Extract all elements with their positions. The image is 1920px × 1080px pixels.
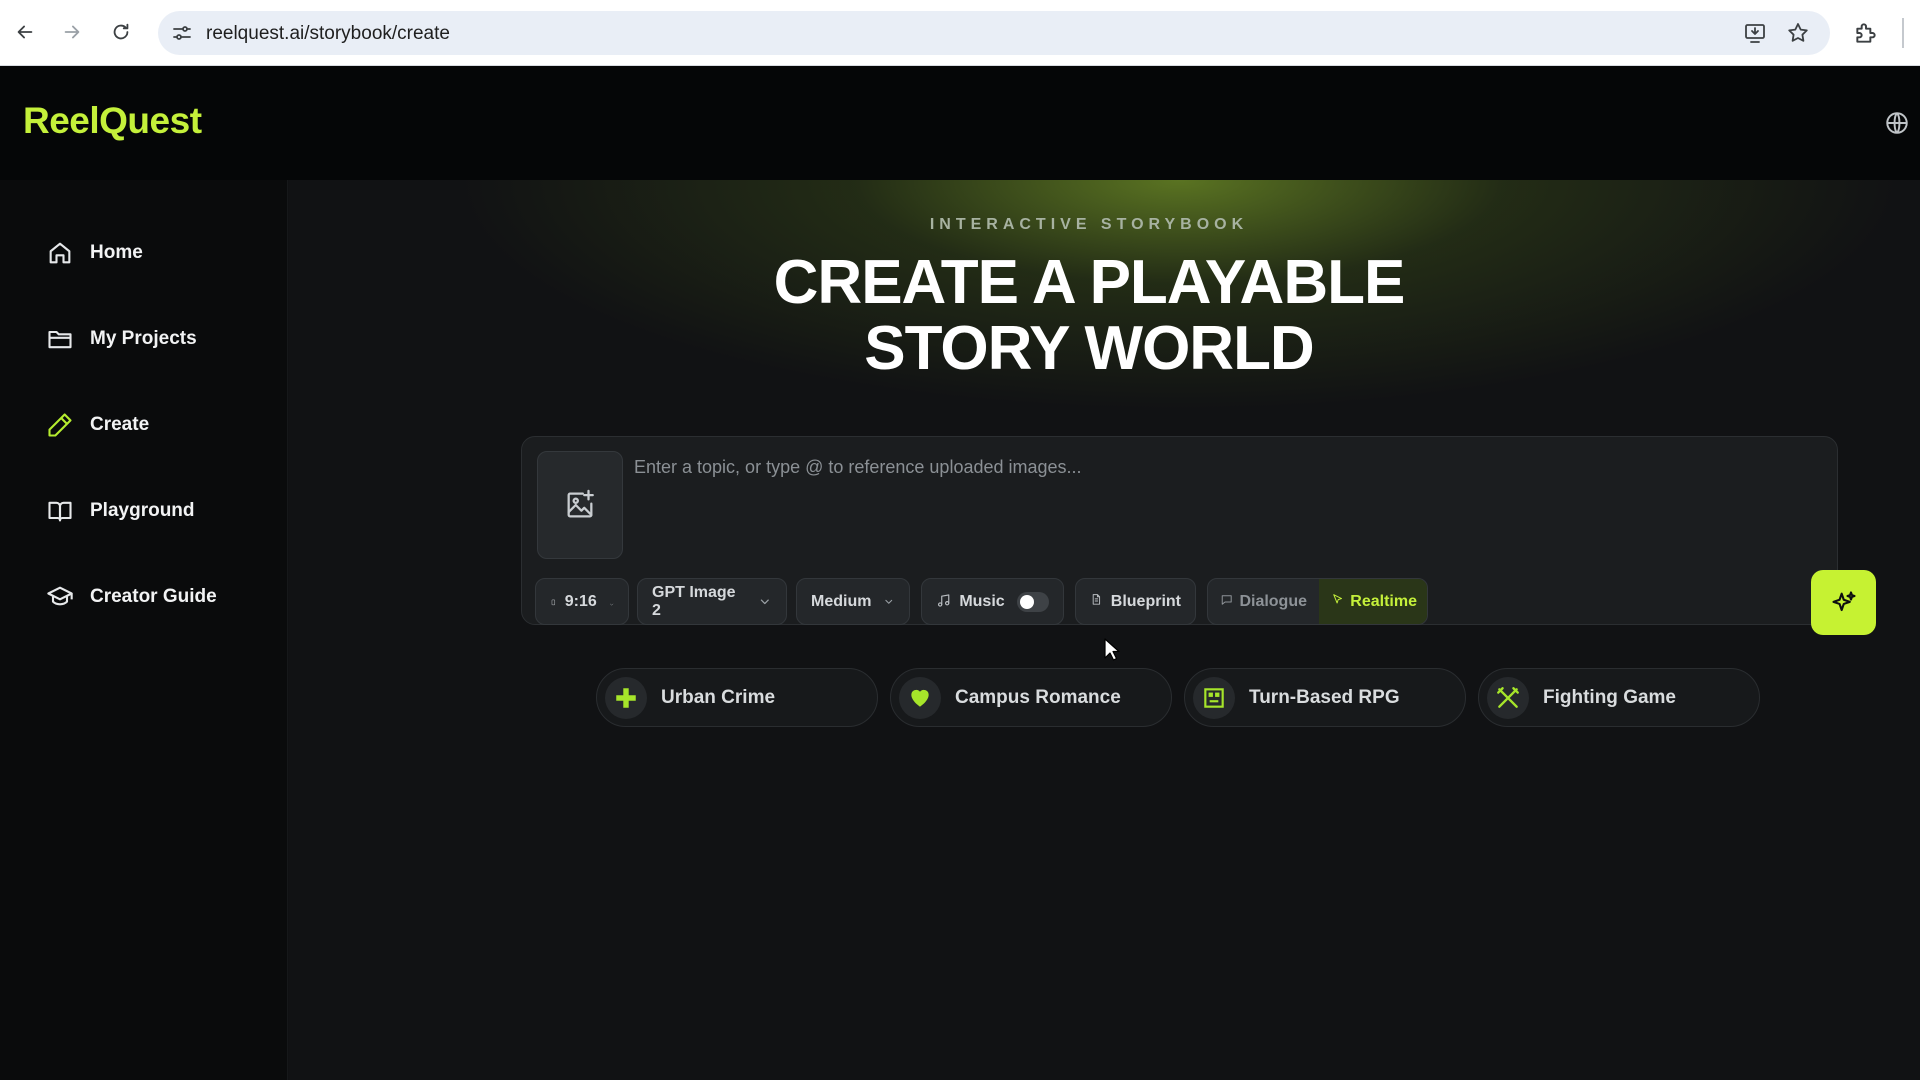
install-app-icon[interactable] <box>1743 21 1767 45</box>
browser-toolbar: reelquest.ai/storybook/create <box>0 0 1920 66</box>
chat-bubble-icon <box>1220 593 1233 610</box>
template-label: Turn-Based RPG <box>1249 686 1400 708</box>
mode-option-realtime[interactable]: Realtime <box>1319 579 1427 624</box>
main-content: INTERACTIVE STORYBOOK CREATE A PLAYABLE … <box>289 180 1920 1080</box>
window-edge-divider <box>1902 18 1904 48</box>
sidebar-item-home[interactable]: Home <box>46 233 276 273</box>
template-campus-romance[interactable]: Campus Romance <box>890 668 1172 727</box>
bookmark-star-icon[interactable] <box>1786 21 1810 45</box>
blueprint-label: Blueprint <box>1110 592 1181 610</box>
sparkles-icon <box>1831 590 1856 611</box>
template-label: Campus Romance <box>955 686 1121 708</box>
generate-button[interactable] <box>1811 570 1876 635</box>
topic-input[interactable] <box>634 457 1814 478</box>
home-icon <box>46 239 74 267</box>
mode-option-dialogue[interactable]: Dialogue <box>1208 579 1319 624</box>
reload-icon[interactable] <box>106 17 136 47</box>
switch-knob <box>1019 594 1034 609</box>
page-title-line-1: CREATE A PLAYABLE <box>773 248 1406 317</box>
sidebar-item-label: Create <box>90 414 150 435</box>
chevron-down-icon <box>609 595 614 609</box>
sidebar: Home My Projects Create Playground Creat… <box>0 180 288 1080</box>
sidebar-item-create[interactable]: Create <box>46 405 276 445</box>
sidebar-item-creator-guide[interactable]: Creator Guide <box>46 577 276 617</box>
chevron-down-icon <box>883 595 895 609</box>
extensions-icon[interactable] <box>1853 20 1879 46</box>
cursor-pointer-icon <box>1331 593 1344 610</box>
mode-segmented-control: Dialogue Realtime <box>1207 578 1428 625</box>
crossed-swords-icon <box>1487 676 1529 719</box>
sidebar-item-label: Home <box>90 242 143 263</box>
brand-logo[interactable]: ReelQuest <box>23 100 202 142</box>
mode-option-label: Dialogue <box>1239 592 1307 610</box>
page-title: CREATE A PLAYABLE STORY WORLD <box>289 250 1889 382</box>
model-select[interactable]: GPT Image 2 <box>637 578 787 625</box>
image-add-icon <box>567 489 594 518</box>
sidebar-item-label: My Projects <box>90 328 197 349</box>
back-arrow-icon[interactable] <box>10 17 40 47</box>
upload-image-button[interactable] <box>537 451 623 559</box>
template-urban-crime[interactable]: Urban Crime <box>596 668 878 727</box>
music-note-icon <box>936 593 951 611</box>
forward-arrow-icon[interactable] <box>57 17 87 47</box>
app-header: ReelQuest <box>0 66 1920 180</box>
chevron-down-icon <box>758 595 772 609</box>
address-bar[interactable]: reelquest.ai/storybook/create <box>158 11 1830 55</box>
site-settings-icon[interactable] <box>170 21 194 45</box>
blueprint-button[interactable]: Blueprint <box>1075 578 1196 625</box>
aspect-ratio-select[interactable]: 9:16 <box>535 578 629 625</box>
cross-icon <box>605 676 647 719</box>
folder-icon <box>46 325 74 353</box>
music-label: Music <box>959 592 1005 610</box>
sidebar-item-my-projects[interactable]: My Projects <box>46 319 276 359</box>
sidebar-item-label: Playground <box>90 500 195 521</box>
model-value: GPT Image 2 <box>652 583 736 619</box>
heart-icon <box>899 676 941 719</box>
globe-icon[interactable] <box>1884 110 1910 136</box>
mode-option-label: Realtime <box>1350 592 1417 610</box>
template-label: Urban Crime <box>661 686 776 708</box>
aspect-ratio-value: 9:16 <box>564 592 597 610</box>
phone-portrait-icon <box>550 593 557 611</box>
sidebar-item-label: Creator Guide <box>90 586 217 607</box>
pencil-icon <box>46 411 74 439</box>
template-turn-based-rpg[interactable]: Turn-Based RPG <box>1184 668 1466 727</box>
template-fighting-game[interactable]: Fighting Game <box>1478 668 1760 727</box>
book-open-icon <box>46 497 74 525</box>
music-switch[interactable] <box>1016 591 1049 612</box>
quality-select[interactable]: Medium <box>796 578 910 625</box>
page-title-line-2: STORY WORLD <box>864 314 1314 383</box>
graduation-cap-icon <box>46 583 74 611</box>
sidebar-item-playground[interactable]: Playground <box>46 491 276 531</box>
document-icon <box>1090 593 1103 611</box>
music-toggle-chip[interactable]: Music <box>921 578 1064 625</box>
template-label: Fighting Game <box>1543 686 1676 708</box>
quality-value: Medium <box>811 592 872 610</box>
prompt-composer: 9:16 GPT Image 2 Medium Music <box>521 436 1876 635</box>
hero-eyebrow: INTERACTIVE STORYBOOK <box>929 216 1249 233</box>
url-text[interactable]: reelquest.ai/storybook/create <box>206 23 450 45</box>
mouse-pointer-icon <box>1104 638 1120 661</box>
pixel-face-icon <box>1193 676 1235 719</box>
